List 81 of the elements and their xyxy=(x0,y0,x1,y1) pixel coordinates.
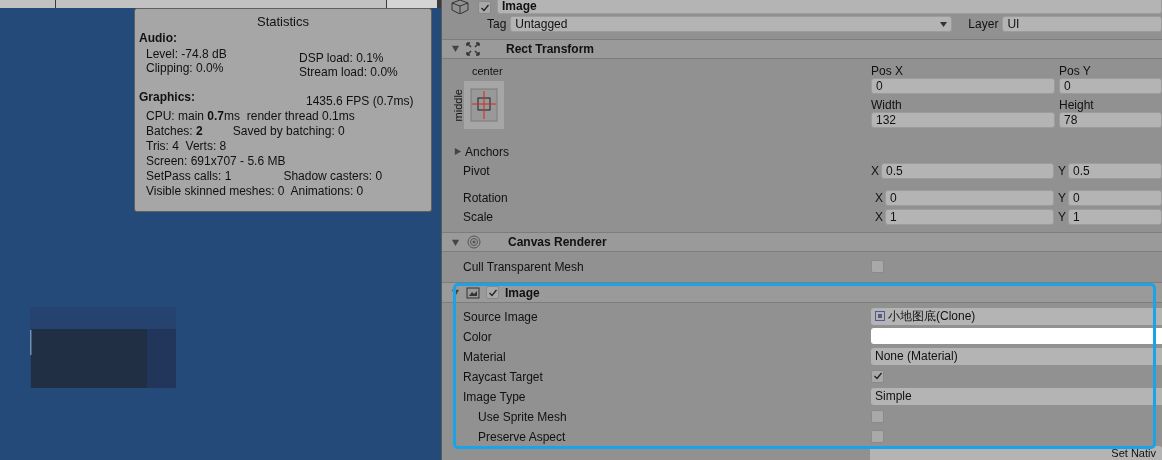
cube-icon[interactable] xyxy=(450,0,472,14)
eye-icon xyxy=(466,235,482,250)
number-field[interactable]: 1 xyxy=(1068,208,1162,225)
component-title: Image xyxy=(505,284,540,302)
checkbox[interactable] xyxy=(871,369,884,383)
property-label: Source Image xyxy=(463,310,538,324)
anchor-preset-icon[interactable] xyxy=(464,80,504,129)
property-label: Raycast Target xyxy=(463,370,543,384)
field-label: Pos Y xyxy=(1059,64,1092,79)
axis-label: Y xyxy=(1057,208,1067,226)
checkbox[interactable] xyxy=(871,409,884,423)
panel-title: Statistics xyxy=(256,14,310,29)
axis-label: X xyxy=(874,208,884,226)
stat-text: Saved by batching: 0 xyxy=(232,124,345,139)
axis-label: X xyxy=(871,162,880,180)
stat-text: Level: -74.8 dB xyxy=(146,47,228,61)
number-field[interactable]: 78 xyxy=(1059,112,1162,129)
property-label: Rotation xyxy=(462,189,509,207)
property-label: Material xyxy=(463,350,506,364)
tag-label: Tag xyxy=(487,16,507,34)
section-heading: Graphics: xyxy=(139,90,196,106)
axis-label: Y xyxy=(1057,189,1067,207)
axis-label: Y xyxy=(1057,162,1067,180)
color-field[interactable] xyxy=(871,328,1162,344)
stat-text: CPU: main 0.7ms render thread 0.1ms xyxy=(146,109,355,124)
number-field[interactable]: 132 xyxy=(871,112,1055,129)
dropdown-field[interactable]: None (Material) xyxy=(871,347,1162,365)
field-label: Pos X xyxy=(871,64,904,79)
stat-text: Shadow casters: 0 xyxy=(283,169,383,184)
field-label: Height xyxy=(1059,98,1095,113)
stat-text: Tris: 4 Verts: 8 xyxy=(146,139,227,154)
field-label: Width xyxy=(871,98,903,113)
image-icon xyxy=(466,286,480,299)
foldout-label[interactable]: Anchors xyxy=(465,142,510,161)
stat-text: DSP load: 0.1% xyxy=(299,51,385,65)
checkbox[interactable] xyxy=(486,286,499,300)
rect-transform-icon xyxy=(466,42,480,56)
stat-text: Clipping: 0.0% xyxy=(146,61,225,75)
number-field[interactable]: 0 xyxy=(1059,78,1162,95)
property-label: Image Type xyxy=(463,390,526,404)
number-field[interactable]: 1 xyxy=(885,208,1054,225)
stat-text: Visible skinned meshes: 0 Animations: 0 xyxy=(146,184,364,199)
dropdown-field[interactable]: Simple xyxy=(871,387,1162,405)
name-field[interactable]: Image xyxy=(497,0,1162,14)
checkbox[interactable] xyxy=(478,1,491,14)
number-field[interactable]: 0.5 xyxy=(881,162,1054,179)
anchor-label: center xyxy=(471,64,504,80)
stat-text: SetPass calls: 1 xyxy=(146,169,232,184)
number-field[interactable]: 0 xyxy=(871,78,1055,95)
number-field[interactable]: 0 xyxy=(1068,189,1162,206)
checkbox[interactable] xyxy=(871,260,884,273)
foldout-icon[interactable] xyxy=(451,44,460,54)
stat-text: 1435.6 FPS (0.7ms) xyxy=(306,94,414,108)
stat-text: Screen: 691x707 - 5.6 MB xyxy=(146,154,286,169)
stat-text: Batches: 2 xyxy=(146,124,203,139)
property-label: Cull Transparent Mesh xyxy=(463,260,584,275)
object-field[interactable]: 小地图底(Clone) xyxy=(871,307,1162,325)
property-label: Preserve Aspect xyxy=(478,430,566,444)
caret-icon xyxy=(940,21,948,27)
property-label: Scale xyxy=(462,208,495,226)
tag-dropdown[interactable]: Untagged xyxy=(510,16,953,33)
layer-dropdown[interactable]: UI xyxy=(1002,16,1162,33)
axis-label: X xyxy=(874,189,884,207)
anchor-label: middle xyxy=(450,88,465,122)
component-title: Rect Transform xyxy=(506,41,595,58)
property-label: Color xyxy=(463,330,492,344)
layer-label: Layer xyxy=(968,16,999,34)
sprite-icon xyxy=(875,311,885,321)
property-label: Pivot xyxy=(462,162,491,180)
component-header[interactable]: Canvas Renderer xyxy=(442,231,1162,253)
foldout-icon[interactable] xyxy=(451,237,460,247)
section-heading: Audio: xyxy=(139,31,178,45)
component-title: Canvas Renderer xyxy=(508,234,607,252)
checkbox[interactable] xyxy=(871,429,884,443)
foldout-icon[interactable] xyxy=(453,147,462,157)
property-label: Use Sprite Mesh xyxy=(478,410,567,424)
component-header[interactable]: Rect Transform xyxy=(442,38,1162,60)
component-header[interactable]: Image xyxy=(442,282,1162,303)
number-field[interactable]: 0.5 xyxy=(1068,162,1162,179)
number-field[interactable]: 0 xyxy=(885,189,1054,206)
stat-text: Stream load: 0.0% xyxy=(299,65,398,79)
